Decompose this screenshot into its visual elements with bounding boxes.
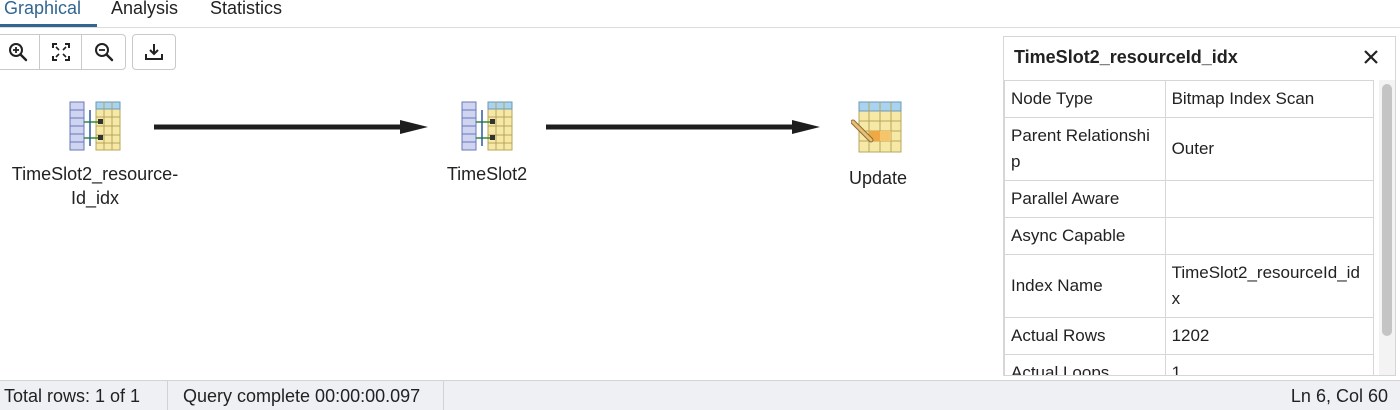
status-cursor-position: Ln 6, Col 60	[1290, 386, 1388, 406]
close-button[interactable]	[1363, 49, 1379, 65]
panel-header: TimeSlot2_resourceId_idx	[1004, 37, 1395, 77]
zoom-fit-button[interactable]	[40, 35, 83, 69]
download-button[interactable]	[132, 34, 176, 70]
status-divider	[443, 381, 444, 410]
property-value: 1202	[1164, 317, 1375, 355]
property-value: Bitmap Index Scan	[1164, 80, 1375, 118]
plan-node-update[interactable]: Update	[820, 100, 936, 190]
plan-node-bitmap-heap-scan[interactable]: TimeSlot2	[420, 100, 554, 186]
download-icon	[145, 44, 163, 60]
property-key: Parent Relationship	[1004, 117, 1166, 181]
table-row: Actual Rows 1202	[1004, 317, 1375, 355]
plan-node-label: TimeSlot2_resource-Id_idx	[11, 164, 179, 208]
plan-edge-arrow	[546, 120, 820, 134]
properties-table: Node Type Bitmap Index Scan Parent Relat…	[1004, 80, 1375, 375]
close-icon	[1364, 50, 1378, 64]
property-key: Actual Rows	[1004, 317, 1166, 355]
property-value: Outer	[1164, 117, 1375, 181]
table-row: Actual Loops 1	[1004, 354, 1375, 375]
tab-graphical[interactable]: Graphical	[0, 0, 97, 27]
scrollbar-thumb[interactable]	[1382, 84, 1392, 336]
update-table-icon	[851, 101, 902, 153]
table-row: Node Type Bitmap Index Scan	[1004, 80, 1375, 118]
panel-title: TimeSlot2_resourceId_idx	[1014, 47, 1238, 67]
property-key: Parallel Aware	[1004, 180, 1166, 218]
zoom-in-button[interactable]	[0, 35, 40, 69]
status-total-rows: Total rows: 1 of 1	[4, 386, 141, 406]
zoom-in-icon	[8, 43, 28, 62]
property-key: Async Capable	[1004, 217, 1166, 255]
plan-node-label: TimeSlot2	[446, 164, 528, 184]
plan-edge-arrow	[154, 120, 428, 134]
table-row: Parent Relationship Outer	[1004, 117, 1375, 181]
property-key: Actual Loops	[1004, 354, 1166, 375]
node-details-panel: TimeSlot2_resourceId_idx Node Type Bitma…	[1003, 36, 1396, 376]
status-query-time: Query complete 00:00:00.097	[167, 381, 420, 410]
zoom-toolbar	[0, 34, 126, 70]
table-row: Index Name TimeSlot2_resourceId_idx	[1004, 254, 1375, 318]
query-plan-view: Graphical Analysis Statistics TimeSlot2_…	[0, 0, 1400, 410]
fit-screen-icon	[51, 43, 70, 61]
table-row: Parallel Aware	[1004, 180, 1375, 218]
tab-analysis[interactable]: Analysis	[111, 0, 178, 27]
tab-statistics[interactable]: Statistics	[210, 0, 282, 27]
zoom-out-icon	[94, 43, 113, 62]
table-row: Async Capable	[1004, 217, 1375, 255]
plan-node-label: Update	[848, 168, 908, 188]
property-key: Index Name	[1004, 254, 1166, 318]
result-tabs: Graphical Analysis Statistics	[0, 0, 1400, 28]
properties-table-wrapper: Node Type Bitmap Index Scan Parent Relat…	[1004, 80, 1376, 375]
property-value	[1164, 180, 1375, 218]
property-value: TimeSlot2_resourceId_idx	[1164, 254, 1375, 318]
zoom-out-button[interactable]	[82, 35, 125, 69]
status-bar: Total rows: 1 of 1 Query complete 00:00:…	[0, 380, 1400, 410]
property-key: Node Type	[1004, 80, 1166, 118]
bitmap-heap-scan-icon	[461, 101, 513, 151]
property-value	[1164, 217, 1375, 255]
panel-scrollbar[interactable]	[1379, 80, 1395, 375]
bitmap-index-scan-icon	[69, 101, 121, 151]
property-value: 1	[1164, 354, 1375, 375]
